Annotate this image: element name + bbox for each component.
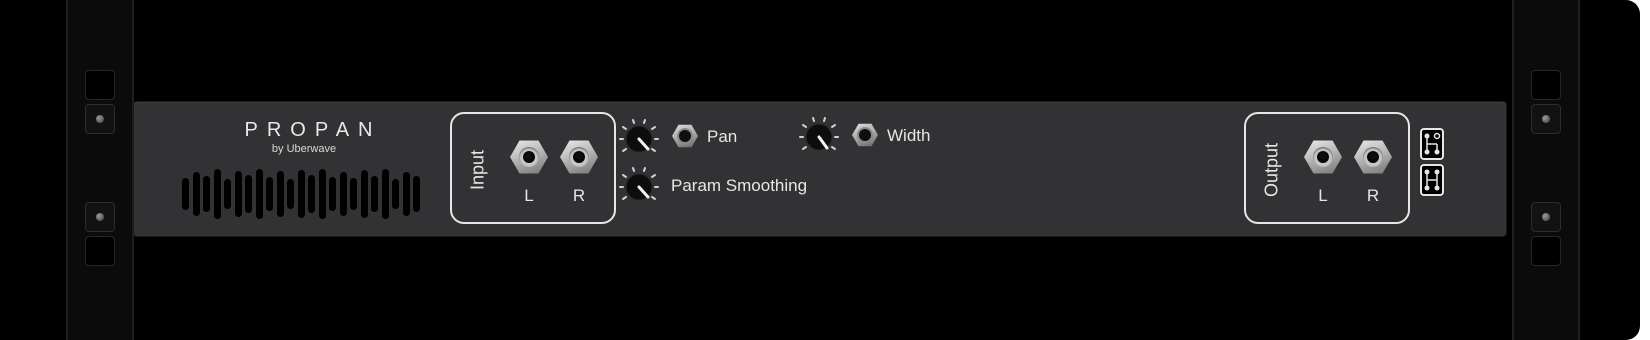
routing-bottom-icon[interactable] [1420,164,1444,196]
device-title: PROPAN [244,119,382,141]
grille-slot [402,172,410,216]
rack-slot [1531,236,1561,266]
pan-label: Pan [707,127,738,146]
rack-screw-icon [1531,202,1561,232]
grille-slot [192,172,200,216]
pan-mod-jack[interactable] [672,124,698,148]
output-right-label: R [1366,186,1380,205]
input-title: Input [467,149,488,191]
width-label: Width [887,126,931,145]
routing-top-icon[interactable] [1420,128,1444,160]
propan-device-panel[interactable]: PROPAN by Uberwave Input L R Pan Width P… [134,102,1506,236]
rack-slot [1531,70,1561,100]
param-smoothing-label: Param Smoothing [671,176,808,195]
device-subtitle: by Uberwave [271,143,337,155]
grille-slot [371,176,378,212]
pan-knob[interactable] [618,118,660,160]
grille-slot [413,176,420,212]
grille-slot [287,179,294,209]
param-smoothing-knob[interactable] [618,166,660,208]
grille-slot [392,179,399,209]
rack-rail-left [66,0,134,340]
grille-slot [350,178,357,210]
grille-slot [224,179,231,209]
grille-slot [182,178,189,210]
grille-slot [308,175,315,213]
grille-slot [360,170,368,218]
grille-slot [213,169,221,219]
output-left-label: L [1318,186,1328,205]
rack-screw-icon [85,104,115,134]
speaker-grille [182,168,420,220]
grille-slot [203,176,210,212]
input-right-jack[interactable] [560,140,598,174]
rack-screw-icon [85,202,115,232]
grille-slot [255,169,263,219]
output-left-jack[interactable] [1304,140,1342,174]
output-right-jack[interactable] [1354,140,1392,174]
rack-rail-right [1512,0,1580,340]
grille-slot [266,177,273,211]
input-section: Input L R [450,112,616,224]
output-section: Output L R [1244,112,1410,224]
input-left-label: L [524,186,534,205]
grille-slot [245,175,252,213]
input-right-label: R [572,186,586,205]
output-title: Output [1261,142,1282,198]
rack-slot [85,236,115,266]
grille-slot [234,171,242,217]
grille-slot [329,177,336,211]
grille-slot [381,169,389,219]
grille-slot [276,171,284,217]
width-mod-jack[interactable] [852,123,878,147]
input-left-jack[interactable] [510,140,548,174]
grille-slot [297,170,305,218]
rack-slot [85,70,115,100]
width-knob[interactable] [798,116,840,158]
rack-screw-icon [1531,104,1561,134]
grille-slot [318,169,326,219]
grille-slot [339,172,347,216]
rack-view: PROPAN by Uberwave Input L R Pan Width P… [0,0,1640,340]
